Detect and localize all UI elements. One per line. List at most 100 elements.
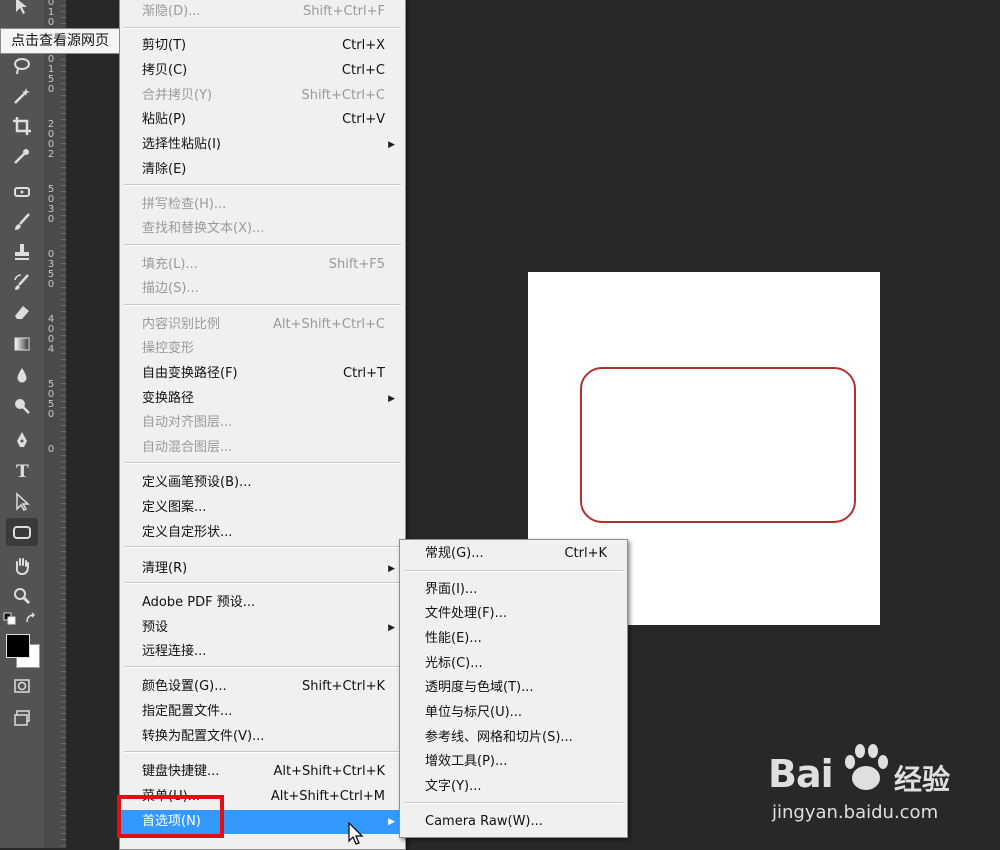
edit-menu: 渐隐(D)... Shift+Ctrl+F 剪切(T) Ctrl+X 拷贝(C) Ctrl…	[119, 0, 406, 850]
default-colors-icon[interactable]	[3, 612, 17, 626]
gradient-tool-icon[interactable]	[6, 330, 38, 358]
edit-menu-item[interactable]: 清理(R) ▶	[120, 557, 405, 581]
edit-menu-item-label: 拷贝(C)	[142, 63, 188, 78]
preferences-submenu-item[interactable]: 性能(E)...	[400, 627, 627, 651]
edit-menu-item[interactable]: 远程连接...	[120, 640, 405, 664]
hand-tool-icon[interactable]	[6, 552, 38, 580]
menu-separator	[124, 751, 401, 753]
menu-separator	[124, 184, 401, 186]
edit-menu-item[interactable]: 合并拷贝(Y) Shift+Ctrl+C	[120, 84, 405, 108]
submenu-arrow-icon: ▶	[388, 623, 395, 633]
path-selection-tool-icon[interactable]	[6, 488, 38, 516]
edit-menu-item[interactable]: 转换为配置文件(V)...	[120, 725, 405, 749]
foreground-color-swatch[interactable]	[6, 634, 30, 658]
edit-menu-item[interactable]: 颜色设置(G)... Shift+Ctrl+K	[120, 675, 405, 699]
swap-colors-icon[interactable]	[24, 612, 38, 626]
edit-menu-item[interactable]: 键盘快捷键... Alt+Shift+Ctrl+K	[120, 760, 405, 784]
edit-menu-item-label: 自动对齐图层...	[142, 415, 233, 430]
menu-separator	[124, 27, 401, 29]
edit-menu-item[interactable]: 定义图案...	[120, 496, 405, 520]
edit-menu-item-shortcut: Alt+Shift+Ctrl+C	[272, 317, 385, 332]
edit-menu-item[interactable]: 操控变形	[120, 337, 405, 361]
screen-mode-icon[interactable]	[6, 704, 38, 732]
edit-menu-item-label: 指定配置文件...	[142, 704, 233, 719]
edit-menu-item-shortcut: Alt+Shift+Ctrl+M	[270, 789, 385, 804]
rounded-rectangle-shape[interactable]	[580, 367, 856, 523]
brush-tool-icon[interactable]	[6, 208, 38, 236]
vertical-ruler: 0100150200250300350400450500	[44, 0, 67, 848]
baidu-paw-icon	[845, 744, 888, 790]
edit-menu-item[interactable]: 定义自定形状...	[120, 521, 405, 545]
edit-menu-item-label: 操控变形	[142, 341, 195, 356]
preferences-submenu-item[interactable]: 光标(C)...	[400, 652, 627, 676]
magic-wand-tool-icon[interactable]	[6, 82, 38, 110]
rounded-rectangle-tool-icon[interactable]	[6, 518, 38, 546]
ruler-number: 0	[47, 17, 55, 28]
edit-menu-item[interactable]: 查找和替换文本(X)...	[120, 217, 405, 241]
preferences-submenu-item[interactable]: 增效工具(P)...	[400, 750, 627, 774]
preferences-submenu-item[interactable]: 参考线、网格和切片(S)...	[400, 726, 627, 750]
watermark-brand-suffix: 经验	[894, 763, 951, 796]
clone-stamp-tool-icon[interactable]	[6, 238, 38, 266]
edit-menu-item[interactable]: Adobe PDF 预设...	[120, 591, 405, 615]
preferences-submenu-item-label: 透明度与色域(T)...	[425, 680, 534, 695]
preferences-submenu-item[interactable]: 透明度与色域(T)...	[400, 676, 627, 700]
preferences-submenu-item[interactable]: Camera Raw(W)...	[400, 810, 627, 834]
edit-menu-item[interactable]: 自由变换路径(F) Ctrl+T	[120, 362, 405, 386]
blur-tool-icon[interactable]	[6, 362, 38, 390]
zoom-tool-icon[interactable]	[6, 582, 38, 610]
edit-menu-item[interactable]: 自动混合图层...	[120, 436, 405, 460]
edit-menu-item[interactable]: 内容识别比例 Alt+Shift+Ctrl+C	[120, 313, 405, 337]
edit-menu-item-label: 清理(R)	[142, 561, 188, 576]
crop-tool-icon[interactable]	[6, 112, 38, 140]
dodge-tool-icon[interactable]	[6, 392, 38, 420]
edit-menu-item[interactable]: 填充(L)... Shift+F5	[120, 253, 405, 277]
edit-menu-item[interactable]: 选择性粘贴(I) ▶	[120, 133, 405, 157]
view-source-tooltip[interactable]: 点击查看源网页	[0, 28, 120, 54]
edit-menu-item-shortcut: Shift+Ctrl+K	[302, 679, 385, 694]
menu-separator	[124, 304, 401, 306]
preferences-submenu-item[interactable]: 文件处理(F)...	[400, 602, 627, 626]
edit-menu-item[interactable]: 指定配置文件...	[120, 700, 405, 724]
edit-menu-item[interactable]: 变换路径 ▶	[120, 387, 405, 411]
preferences-submenu-item[interactable]: 常规(G)... Ctrl+K	[400, 542, 627, 566]
highlight-annotation-box	[117, 795, 224, 838]
type-tool-icon[interactable]: T	[6, 456, 38, 484]
lasso-tool-icon[interactable]	[6, 52, 38, 80]
edit-menu-item[interactable]: 剪切(T) Ctrl+X	[120, 34, 405, 58]
edit-menu-item[interactable]: 拷贝(C) Ctrl+C	[120, 59, 405, 83]
edit-menu-item[interactable]: 粘贴(P) Ctrl+V	[120, 108, 405, 132]
eyedropper-tool-icon[interactable]	[6, 142, 38, 170]
move-tool-icon[interactable]	[6, 0, 38, 20]
edit-menu-item[interactable]: 预设 ▶	[120, 616, 405, 640]
history-brush-tool-icon[interactable]	[6, 268, 38, 296]
edit-menu-item-label: 转换为配置文件(V)...	[142, 729, 265, 744]
edit-menu-item-label: 合并拷贝(Y)	[142, 88, 213, 103]
quick-mask-icon[interactable]	[6, 672, 38, 700]
menu-separator	[124, 582, 401, 584]
edit-menu-item[interactable]: 清除(E)	[120, 158, 405, 182]
preferences-submenu: 常规(G)... Ctrl+K 界面(I)... 文件处理(F)... 性能(E)...…	[399, 539, 628, 838]
pen-tool-icon[interactable]	[6, 426, 38, 454]
preferences-submenu-item[interactable]: 单位与标尺(U)...	[400, 701, 627, 725]
submenu-arrow-icon: ▶	[388, 564, 395, 574]
submenu-arrow-icon: ▶	[388, 817, 395, 827]
edit-menu-item-shortcut: Shift+Ctrl+C	[301, 88, 385, 103]
edit-menu-item-shortcut: Alt+Shift+Ctrl+K	[273, 764, 385, 779]
edit-menu-item[interactable]: 渐隐(D)... Shift+Ctrl+F	[120, 0, 405, 24]
edit-menu-item[interactable]: 定义画笔预设(B)...	[120, 471, 405, 495]
edit-menu-item[interactable]: 拼写检查(H)...	[120, 193, 405, 217]
eraser-tool-icon[interactable]	[6, 298, 38, 326]
preferences-submenu-item-label: 文字(Y)...	[425, 779, 482, 794]
edit-menu-item-label: 查找和替换文本(X)...	[142, 221, 265, 236]
preferences-submenu-item-label: 性能(E)...	[425, 631, 482, 646]
edit-menu-item[interactable]: 自动对齐图层...	[120, 411, 405, 435]
preferences-submenu-item[interactable]: 文字(Y)...	[400, 775, 627, 799]
edit-menu-item-label: 自由变换路径(F)	[142, 366, 238, 381]
edit-menu-item-label: 剪切(T)	[142, 38, 187, 53]
edit-menu-item[interactable]: 描边(S)...	[120, 277, 405, 301]
edit-menu-item-label: 定义图案...	[142, 500, 207, 515]
healing-brush-tool-icon[interactable]	[6, 178, 38, 206]
ruler-number: 2	[47, 149, 55, 160]
preferences-submenu-item[interactable]: 界面(I)...	[400, 578, 627, 602]
